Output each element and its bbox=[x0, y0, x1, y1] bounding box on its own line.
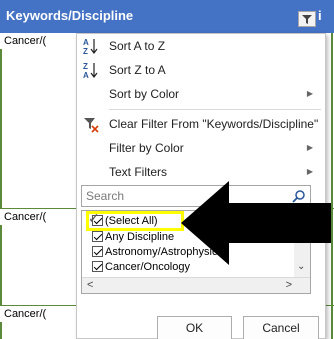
list-item[interactable]: Cancer/Oncology bbox=[92, 261, 190, 275]
column-header[interactable]: Keywords/Discipline bbox=[0, 0, 334, 33]
list-item[interactable]: Any Discipline bbox=[92, 231, 174, 245]
filter-dropdown-button[interactable] bbox=[298, 11, 316, 27]
checkbox[interactable] bbox=[92, 231, 103, 242]
sort-a-z-icon: A Z bbox=[83, 38, 98, 55]
search-placeholder: Search bbox=[86, 189, 125, 203]
menu-item-clear-filter[interactable]: Clear Filter From "Keywords/Discipline" bbox=[77, 112, 325, 136]
highlight-annotation bbox=[86, 211, 184, 231]
sort-z-a-icon: Z A bbox=[83, 62, 98, 79]
clear-filter-icon bbox=[84, 118, 99, 133]
sheet-cell[interactable]: Cancer/( bbox=[0, 306, 76, 322]
sheet-cell[interactable]: Cancer/( bbox=[0, 33, 76, 49]
menu-item-label: Sort A to Z bbox=[109, 39, 166, 53]
menu-item-label: Sort by Color bbox=[109, 87, 180, 101]
menu-item-sort-z-a[interactable]: Z A Sort Z to A bbox=[77, 58, 325, 82]
menu-item-label: Clear Filter From "Keywords/Discipline" bbox=[109, 117, 319, 131]
menu-item-label: Text Filters bbox=[109, 165, 168, 179]
chevron-right-icon[interactable]: > bbox=[286, 279, 292, 291]
filter-icon bbox=[302, 15, 312, 24]
svg-text:A: A bbox=[83, 71, 89, 79]
menu-item-label: Filter by Color bbox=[109, 141, 184, 155]
menu-item-label: Sort Z to A bbox=[109, 63, 166, 77]
submenu-arrow-icon: ▶ bbox=[306, 143, 313, 152]
svg-text:Z: Z bbox=[83, 47, 88, 55]
checkbox[interactable] bbox=[92, 261, 103, 272]
list-item-label: Any Discipline bbox=[105, 231, 175, 243]
chevron-left-icon[interactable]: < bbox=[87, 279, 93, 291]
arrow-annotation-icon bbox=[181, 181, 331, 265]
next-column-header: i bbox=[318, 8, 322, 23]
checkmark-icon: ✓ bbox=[88, 210, 100, 226]
menu-item-sort-by-color[interactable]: Sort by Color ▶ bbox=[77, 82, 325, 106]
menu-item-filter-by-color[interactable]: Filter by Color ▶ bbox=[77, 136, 325, 160]
svg-text:A: A bbox=[83, 38, 89, 47]
checkbox[interactable] bbox=[92, 246, 103, 257]
submenu-arrow-icon: ▶ bbox=[306, 89, 313, 98]
menu-item-sort-a-z[interactable]: A Z Sort A to Z bbox=[77, 34, 325, 58]
horizontal-scrollbar[interactable]: < > bbox=[82, 277, 310, 293]
grid-line bbox=[331, 33, 333, 339]
menu-separator bbox=[109, 109, 321, 110]
cancel-button[interactable]: Cancel bbox=[243, 316, 319, 339]
ok-button[interactable]: OK bbox=[157, 316, 232, 339]
grid-line bbox=[0, 33, 2, 339]
svg-text:Z: Z bbox=[83, 62, 88, 71]
sheet-cell[interactable]: Cancer/( bbox=[0, 209, 76, 225]
list-item-label: Cancer/Oncology bbox=[105, 261, 190, 273]
column-header-label: Keywords/Discipline bbox=[6, 8, 134, 23]
